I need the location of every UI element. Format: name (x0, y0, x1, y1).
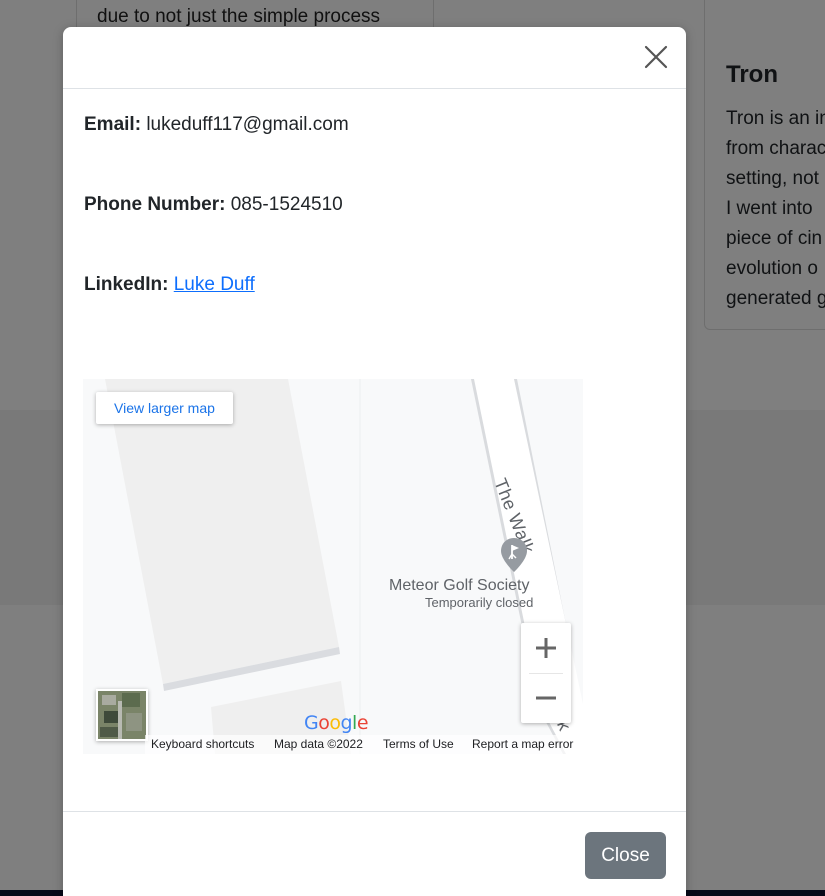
linkedin-line: LinkedIn: Luke Duff (84, 274, 255, 296)
poi-name[interactable]: Meteor Golf Society (389, 577, 530, 595)
poi-status: Temporarily closed (425, 595, 534, 610)
linkedin-label: LinkedIn: (84, 274, 169, 295)
close-icon[interactable] (644, 45, 668, 69)
report-map-error-link[interactable]: Report a map error (472, 735, 573, 754)
minus-icon[interactable] (521, 673, 571, 723)
keyboard-shortcuts-link[interactable]: Keyboard shortcuts (151, 735, 254, 754)
plus-icon[interactable] (521, 623, 571, 673)
golf-pin-icon[interactable] (500, 537, 528, 578)
email-value: lukeduff117@gmail.com (146, 114, 349, 135)
zoom-control (521, 623, 571, 723)
google-logo: Google (304, 712, 369, 734)
view-larger-map-link[interactable]: View larger map (96, 392, 233, 424)
contact-modal: Email: lukeduff117@gmail.com Phone Numbe… (63, 27, 686, 896)
modal-footer: Close (63, 811, 686, 896)
satellite-thumbnail-icon (98, 691, 146, 739)
satellite-view-toggle[interactable] (96, 689, 148, 741)
map-attribution: Keyboard shortcuts Map data ©2022 Terms … (145, 735, 583, 754)
terms-of-use-link[interactable]: Terms of Use (383, 735, 454, 754)
modal-header (63, 27, 686, 89)
email-line: Email: lukeduff117@gmail.com (84, 114, 349, 136)
phone-line: Phone Number: 085-1524510 (84, 194, 343, 216)
linkedin-link[interactable]: Luke Duff (174, 274, 255, 295)
phone-label: Phone Number: (84, 194, 226, 215)
email-label: Email: (84, 114, 142, 135)
close-button[interactable]: Close (585, 832, 666, 879)
phone-value: 085-1524510 (230, 194, 343, 215)
embedded-map[interactable]: View larger map The Walk k Meteor Golf S… (83, 379, 583, 754)
map-data-label: Map data ©2022 (274, 737, 363, 751)
